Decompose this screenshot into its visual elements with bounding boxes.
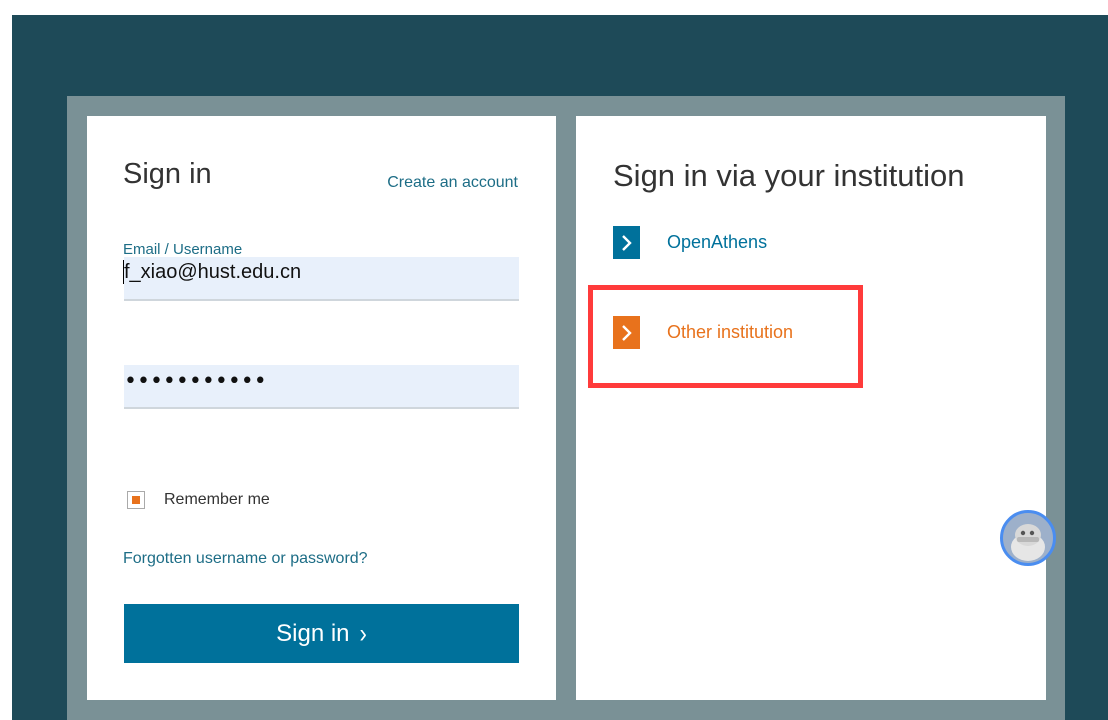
- password-value: •••••••••••: [124, 369, 267, 394]
- email-value: f_xiao@hust.edu.cn: [124, 261, 302, 283]
- signin-title: Sign in: [123, 158, 212, 190]
- remember-me-label: Remember me: [164, 491, 270, 508]
- checkbox-checked-mark: [132, 496, 140, 504]
- create-account-link[interactable]: Create an account: [387, 174, 518, 192]
- email-field[interactable]: f_xiao@hust.edu.cn: [123, 257, 519, 301]
- institution-card: Sign in via your institution OpenAthens …: [576, 116, 1046, 700]
- openathens-option[interactable]: OpenAthens: [613, 226, 767, 259]
- highlight-annotation: [588, 285, 863, 388]
- chat-widget-button[interactable]: [1000, 510, 1056, 566]
- signin-button[interactable]: Sign in ›: [124, 604, 519, 663]
- signin-card: Sign in Create an account Email / Userna…: [87, 116, 556, 700]
- forgot-password-link[interactable]: Forgotten username or password?: [123, 550, 368, 568]
- password-field[interactable]: •••••••••••: [124, 365, 519, 409]
- openathens-label: OpenAthens: [667, 232, 768, 252]
- remember-me-row[interactable]: Remember me: [127, 491, 270, 509]
- remember-me-checkbox[interactable]: [127, 491, 145, 509]
- robot-avatar-icon: [1011, 524, 1045, 561]
- chevron-right-icon: ›: [359, 617, 367, 648]
- email-label: Email / Username: [123, 241, 243, 258]
- chevron-right-icon: [613, 226, 640, 259]
- signin-button-label: Sign in: [276, 619, 350, 647]
- institution-title: Sign in via your institution: [613, 158, 965, 193]
